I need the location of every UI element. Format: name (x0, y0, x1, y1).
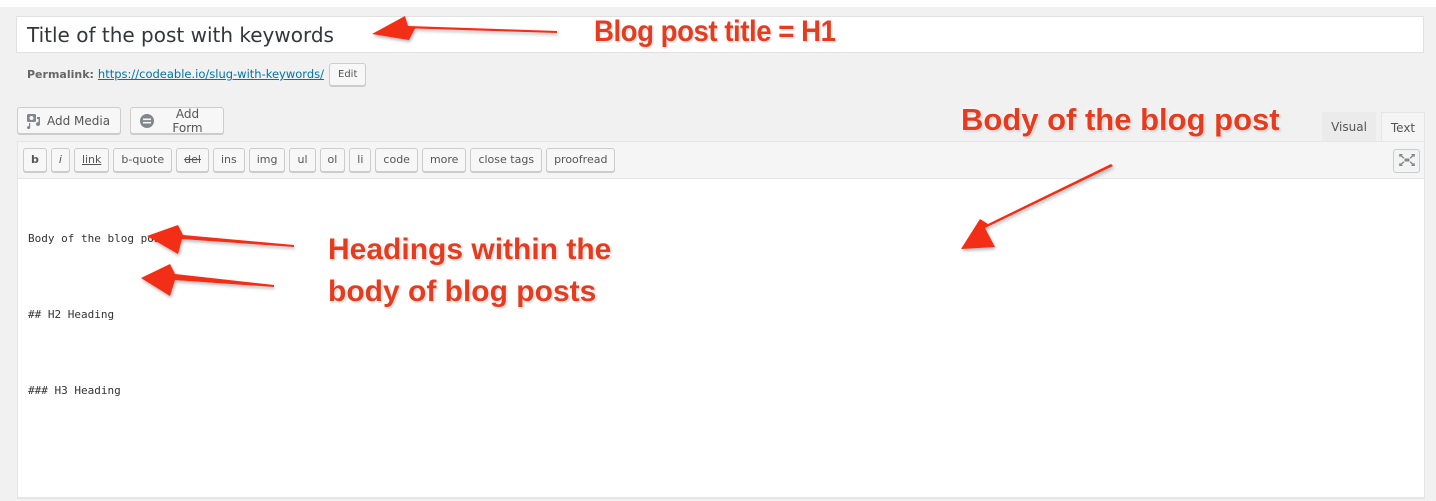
quicktag-proofread-button[interactable]: proofread (546, 148, 616, 172)
permalink-label: Permalink: (27, 67, 94, 81)
add-form-button[interactable]: Add Form (130, 106, 224, 135)
quicktag-del-button[interactable]: del (176, 148, 209, 172)
fullscreen-icon (1398, 153, 1416, 170)
quicktag-ol-button[interactable]: ol (319, 148, 346, 172)
quicktags-toolbar: b i link b-quote del ins img ul ol li co… (18, 142, 1424, 179)
quicktag-close-tags-button[interactable]: close tags (470, 148, 543, 172)
permalink-link[interactable]: https://codeable.io/slug-with-keywords/ (98, 67, 324, 81)
editor-container: b i link b-quote del ins img ul ol li co… (17, 141, 1425, 498)
quicktag-italic-button[interactable]: i (50, 148, 70, 172)
tab-text[interactable]: Text (1381, 112, 1425, 142)
quicktag-link-button[interactable]: link (73, 148, 110, 172)
add-media-label: Add Media (47, 113, 111, 128)
form-icon (139, 113, 155, 129)
quicktag-code-button[interactable]: code (375, 148, 418, 172)
annotation-title-label: Blog post title = H1 (594, 15, 836, 48)
quicktag-more-button[interactable]: more (421, 148, 467, 172)
content-line: ## H2 Heading (28, 308, 115, 321)
top-strip (0, 0, 1436, 7)
editor-resize-bar[interactable] (17, 497, 1425, 499)
permalink-edit-button[interactable]: Edit (329, 62, 367, 86)
post-content-textarea[interactable]: Body of the blog post ## H2 Heading ### … (18, 179, 1424, 497)
quicktag-img-button[interactable]: img (248, 148, 286, 172)
add-form-label: Add Form (172, 106, 203, 135)
annotation-headings-line1: Headings within the (328, 233, 612, 266)
annotation-headings-line2: body of blog posts (328, 275, 597, 308)
quicktag-blockquote-button[interactable]: b-quote (113, 148, 173, 172)
quicktag-bold-button[interactable]: b (23, 148, 47, 172)
tab-visual[interactable]: Visual (1322, 112, 1376, 141)
permalink-row: Permalink: https://codeable.io/slug-with… (27, 62, 367, 86)
add-media-button[interactable]: Add Media (17, 107, 121, 134)
annotation-headings-label: Headings within the body of blog posts (328, 229, 611, 313)
quicktag-ul-button[interactable]: ul (289, 148, 316, 172)
quicktag-li-button[interactable]: li (349, 148, 372, 172)
annotation-body-label: Body of the blog post (961, 102, 1280, 137)
content-line: ### H3 Heading (28, 384, 121, 397)
quicktag-ins-button[interactable]: ins (212, 148, 245, 172)
content-line: Body of the blog post (28, 232, 168, 245)
fullscreen-button[interactable] (1393, 149, 1420, 173)
media-icon (26, 113, 42, 129)
